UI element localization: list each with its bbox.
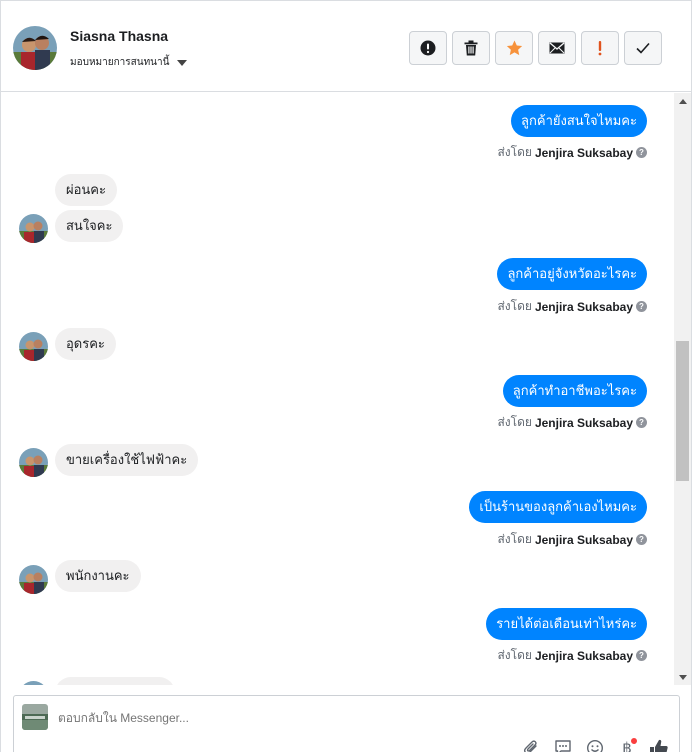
question-icon[interactable]: ? [636,301,647,312]
sent-by-prefix: ส่งโดย [497,415,532,429]
scrollbar-thumb[interactable] [676,341,689,481]
saved-replies-button[interactable] [552,738,574,752]
conversation-panel: Siasna Thasna มอบหมายการสนทนานี้ ลูกค้าย… [0,0,692,752]
payment-button[interactable]: ฿ [616,738,638,752]
message-list[interactable]: ลูกค้ายังสนใจไหมคะ ส่งโดย Jenjira Suksab… [1,93,674,685]
conversation-header: Siasna Thasna มอบหมายการสนทนานี้ [1,1,691,92]
contact-name[interactable]: Siasna Thasna [70,28,168,44]
question-icon[interactable]: ? [636,147,647,158]
sender-avatar [19,565,48,594]
sent-by-prefix: ส่งโดย [497,648,532,662]
assign-conversation-dropdown[interactable]: มอบหมายการสนทนานี้ [70,55,188,70]
attach-button[interactable] [520,738,542,752]
incoming-message[interactable]: ผ่อนคะ [55,174,117,206]
message-list-scrollbar[interactable] [674,93,691,685]
caret-down-icon [177,59,188,66]
exclamation-icon [598,41,602,56]
sender-name: Jenjira Suksabay [534,145,633,160]
sender-avatar [19,681,48,685]
sent-by-label: ส่งโดย Jenjira Suksabay ? [497,297,647,316]
sent-by-prefix: ส่งโดย [497,532,532,546]
mark-unread-button[interactable] [538,31,576,65]
contact-avatar[interactable] [13,26,57,70]
conversation-actions [409,31,662,65]
notification-dot [631,738,637,744]
thumbs-up-icon [650,739,668,752]
sent-by-label: ส่งโดย Jenjira Suksabay ? [497,143,647,162]
delete-button[interactable] [452,31,490,65]
envelope-icon [549,42,565,54]
follow-up-button[interactable] [581,31,619,65]
star-button[interactable] [495,31,533,65]
incoming-message[interactable]: พนักงานคะ [55,560,141,592]
sender-avatar [19,332,48,361]
sent-by-label: ส่งโดย Jenjira Suksabay ? [497,530,647,549]
sender-name: Jenjira Suksabay [534,299,633,314]
sender-name: Jenjira Suksabay [534,648,633,663]
sent-by-label: ส่งโดย Jenjira Suksabay ? [497,413,647,432]
outgoing-message[interactable]: รายได้ต่อเดือนเท่าไหร่คะ [486,608,647,640]
trash-icon [464,40,478,56]
sent-by-prefix: ส่งโดย [497,299,532,313]
outgoing-message[interactable]: เป็นร้านของลูกค้าเองไหมคะ [469,491,647,523]
sent-by-label: ส่งโดย Jenjira Suksabay ? [497,646,647,665]
question-icon[interactable]: ? [636,417,647,428]
chat-bubble-icon [555,740,571,752]
scroll-up-arrow[interactable] [674,93,691,109]
composer-tools: ฿ [520,738,670,752]
smiley-icon [587,740,603,752]
question-icon[interactable]: ? [636,650,647,661]
incoming-message[interactable]: อุดรคะ [55,328,116,360]
mark-spam-button[interactable] [409,31,447,65]
sent-by-prefix: ส่งโดย [497,145,532,159]
reply-composer: ฿ [13,695,680,752]
assign-label: มอบหมายการสนทนานี้ [70,57,170,68]
outgoing-message[interactable]: ลูกค้าทำอาชีพอะไรคะ [502,375,647,407]
incoming-message-partial[interactable] [55,677,175,685]
emoji-button[interactable] [584,738,606,752]
sender-name: Jenjira Suksabay [534,415,633,430]
paperclip-icon [523,740,537,752]
sender-avatar [19,214,48,243]
star-icon [506,40,522,56]
reply-input[interactable] [58,711,458,725]
incoming-message[interactable]: ขายเครื่องใช้ไฟฟ้าคะ [55,444,199,476]
sender-avatar [19,448,48,477]
like-button[interactable] [648,738,670,752]
sender-name: Jenjira Suksabay [534,532,633,547]
outgoing-message[interactable]: ลูกค้ายังสนใจไหมคะ [511,105,647,137]
incoming-message[interactable]: สนใจคะ [55,210,124,242]
question-icon[interactable]: ? [636,534,647,545]
check-icon [636,42,650,54]
scroll-down-arrow[interactable] [674,669,691,685]
exclamation-circle-icon [420,40,436,56]
mark-done-button[interactable] [624,31,662,65]
outgoing-message[interactable]: ลูกค้าอยู่จังหวัดอะไรคะ [497,258,647,290]
page-avatar [22,704,48,730]
